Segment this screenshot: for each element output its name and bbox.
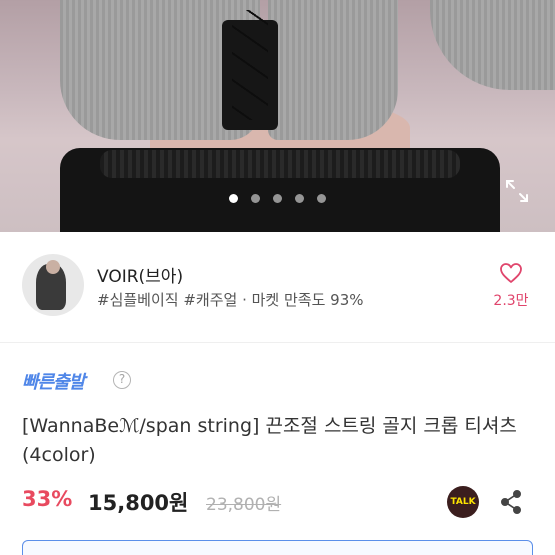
carousel-dot[interactable] xyxy=(317,194,326,203)
talk-icon[interactable]: TALK xyxy=(447,486,479,518)
help-icon[interactable]: ? xyxy=(113,371,131,389)
seller-row[interactable]: VOIR(브아) #심플베이직 #캐주얼 · 마켓 만족도 93% 2.3만 xyxy=(0,232,555,342)
divider xyxy=(0,342,555,343)
product-image[interactable] xyxy=(0,0,555,232)
option-box[interactable] xyxy=(22,540,533,555)
heart-icon[interactable] xyxy=(499,262,523,284)
avatar-detail xyxy=(46,260,60,274)
seller-avatar[interactable] xyxy=(22,254,84,316)
shop-name[interactable]: VOIR(브아) xyxy=(97,262,183,287)
carousel-dot[interactable] xyxy=(251,194,260,203)
carousel-dot[interactable] xyxy=(273,194,282,203)
product-title: [WannaBeℳ/span string] 끈조절 스트링 골지 크롭 티셔츠… xyxy=(22,415,517,466)
photo-detail xyxy=(232,10,268,120)
original-price: 23,800원 xyxy=(206,495,282,515)
fast-delivery-label: 빠른출발 xyxy=(22,372,85,393)
photo-detail xyxy=(100,150,460,178)
photo-detail xyxy=(268,0,398,140)
carousel-dot[interactable] xyxy=(295,194,304,203)
likes-count: 2.3만 xyxy=(493,293,529,309)
photo-detail xyxy=(430,0,555,90)
sale-price: 15,800원 xyxy=(88,491,189,515)
carousel-dot[interactable] xyxy=(229,194,238,203)
expand-icon[interactable] xyxy=(504,178,530,204)
carousel-dots xyxy=(0,194,555,203)
shop-meta: #심플베이직 #캐주얼 · 마켓 만족도 93% xyxy=(97,291,364,309)
discount-rate: 33% xyxy=(22,487,73,511)
share-icon[interactable] xyxy=(498,489,524,515)
